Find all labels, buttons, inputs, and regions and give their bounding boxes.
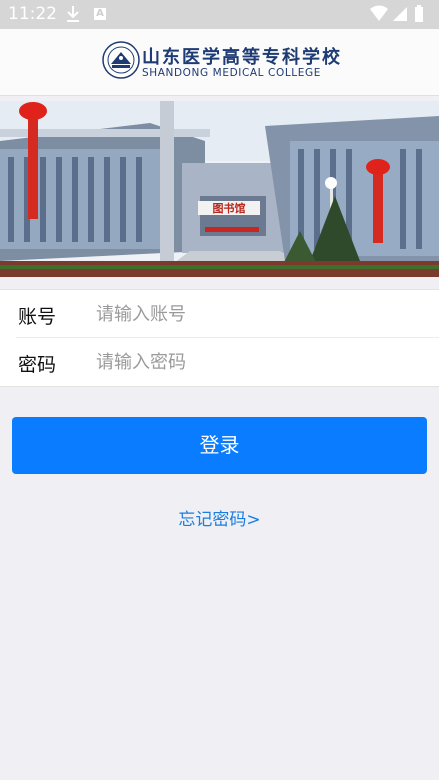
- status-bar: 11:22 A: [0, 0, 439, 29]
- campus-banner-image: 图书馆: [0, 101, 439, 277]
- login-form: 账号 密码: [0, 289, 439, 387]
- password-row: 密码: [0, 338, 439, 386]
- account-input[interactable]: [96, 298, 416, 330]
- school-name-en: SHANDONG MEDICAL COLLEGE: [142, 67, 321, 79]
- app-header: 山东医学高等专科学校 SHANDONG MEDICAL COLLEGE: [0, 29, 439, 96]
- college-emblem-icon: [102, 41, 140, 83]
- school-name-cn: 山东医学高等专科学校: [142, 47, 342, 68]
- status-time: 11:22: [8, 4, 57, 24]
- password-label: 密码: [18, 354, 57, 376]
- download-icon: [65, 5, 81, 27]
- account-row: 账号: [0, 290, 439, 338]
- battery-icon: [415, 5, 423, 22]
- forgot-password-link[interactable]: 忘记密码>: [0, 505, 439, 530]
- account-label: 账号: [18, 306, 57, 328]
- banner-gate-sign: 图书馆: [213, 201, 246, 215]
- login-button[interactable]: 登录: [12, 417, 427, 474]
- status-icons: [369, 5, 429, 27]
- wifi-icon: [370, 5, 388, 21]
- notification-a-icon: A: [94, 8, 106, 20]
- password-input[interactable]: [96, 346, 416, 378]
- signal-icon: [393, 7, 407, 21]
